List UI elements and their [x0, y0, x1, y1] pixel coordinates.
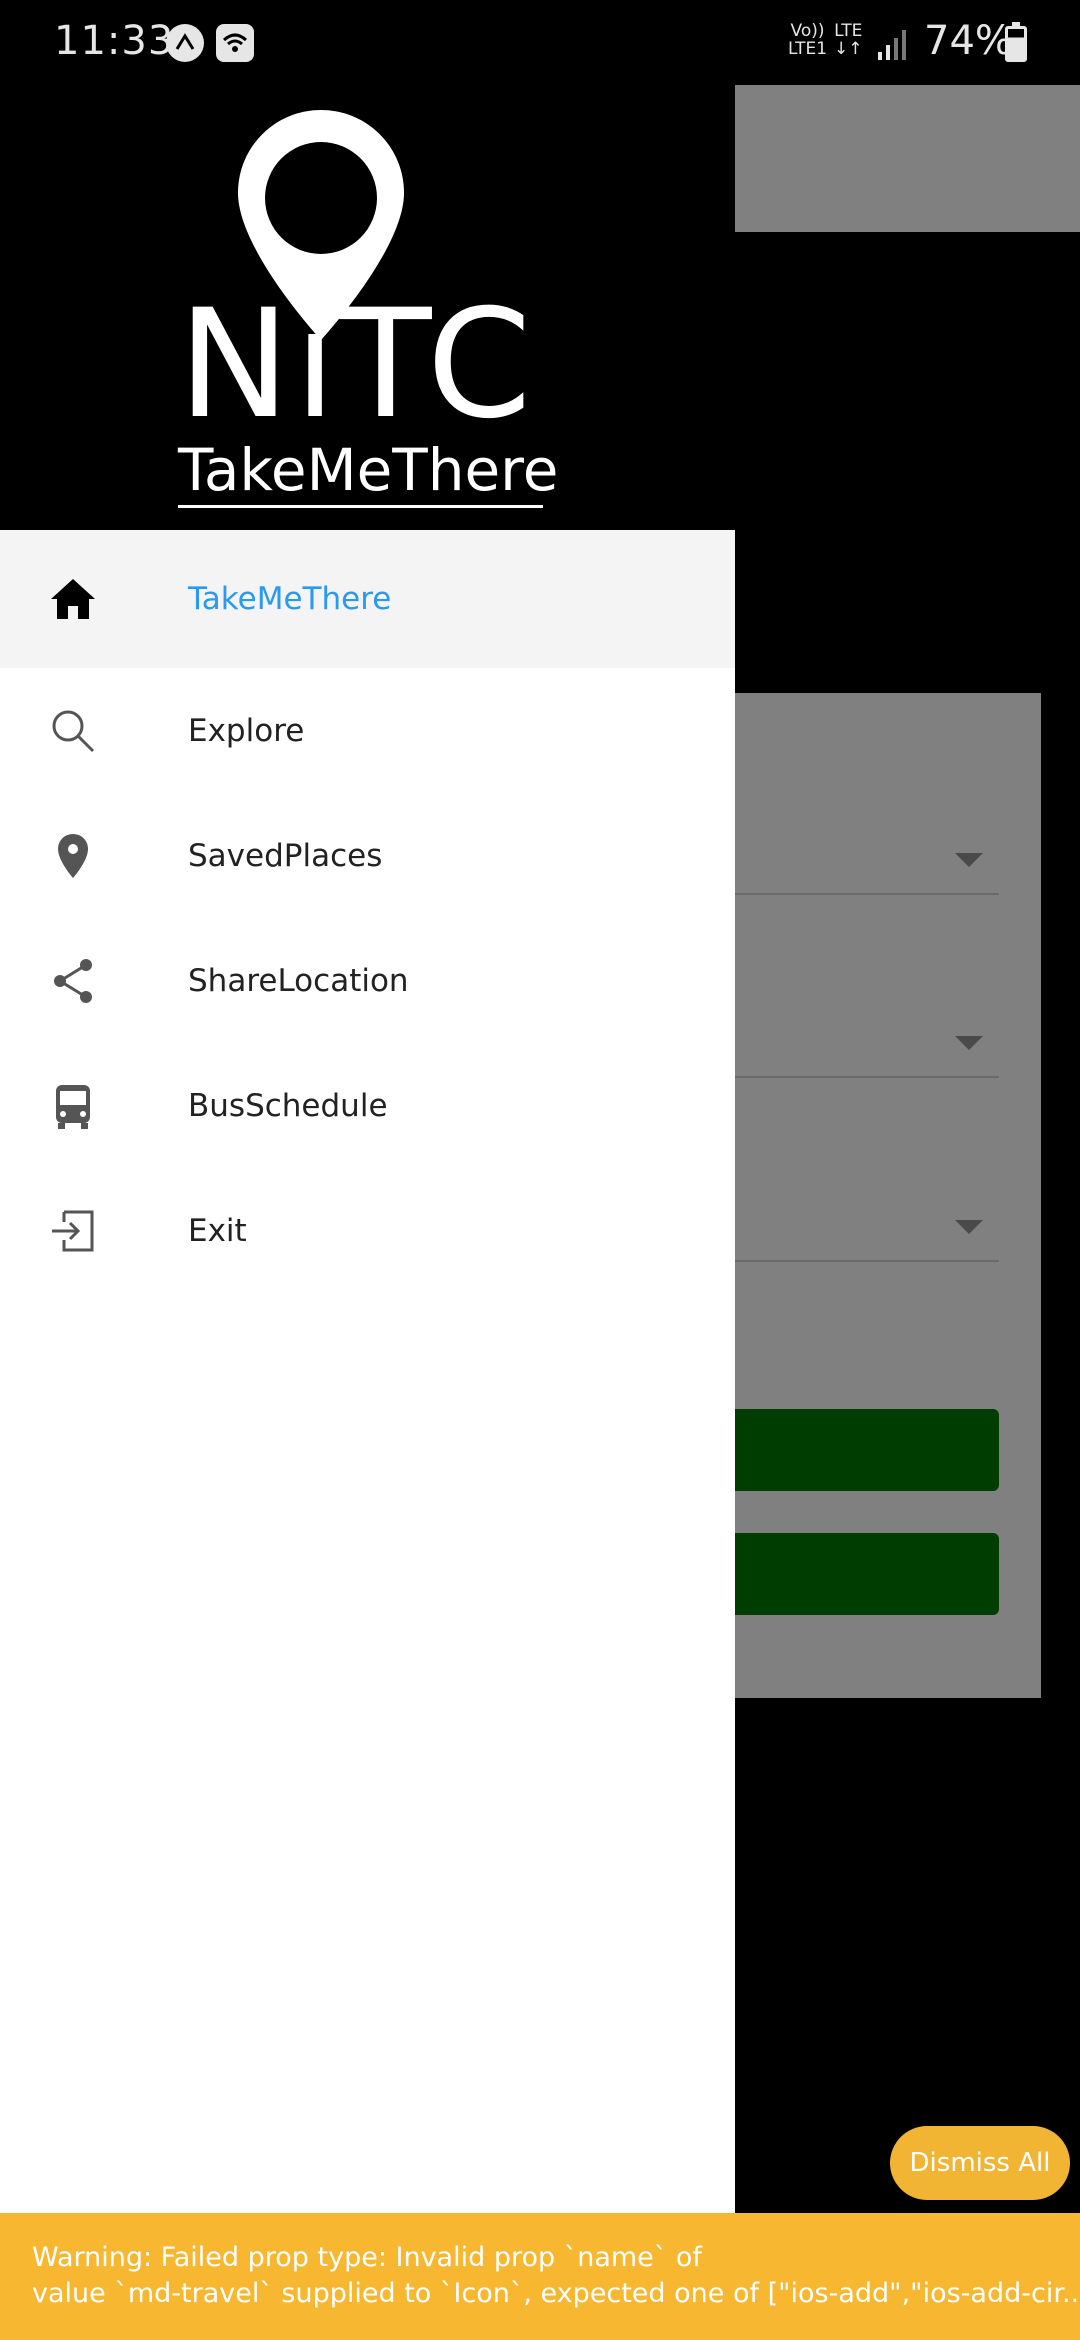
menu-item-label: SavedPlaces [188, 837, 383, 874]
signal-icon [878, 30, 906, 60]
bus-icon [56, 1084, 90, 1129]
drawer-menu: TakeMeThere Explore SavedPlaces ShareLoc… [0, 530, 735, 1293]
menu-item-label: Exit [188, 1212, 247, 1249]
menu-item-takemethere[interactable]: TakeMeThere [0, 530, 735, 668]
status-bar: 11:33 Vo)) LTE1 LTE ↓↑ 74% [0, 0, 1080, 85]
drawer-header: NiTC TakeMeThere [0, 85, 735, 530]
menu-item-busschedule[interactable]: BusSchedule [0, 1043, 735, 1168]
dropdown-destination[interactable] [735, 1018, 999, 1078]
status-time: 11:33 [54, 18, 175, 64]
app-toolbar [735, 85, 1080, 232]
menu-item-label: BusSchedule [188, 1087, 388, 1124]
chevron-down-icon [955, 1220, 983, 1234]
navigation-drawer: NiTC TakeMeThere TakeMeThere Explore Sav… [0, 85, 735, 2340]
menu-item-exit[interactable]: Exit [0, 1168, 735, 1293]
home-icon [51, 579, 95, 619]
menu-item-label: Explore [188, 712, 305, 749]
menu-item-savedplaces[interactable]: SavedPlaces [0, 793, 735, 918]
app-notification-icon [166, 24, 204, 62]
primary-button[interactable] [735, 1409, 999, 1491]
share-icon [54, 958, 92, 1003]
menu-item-explore[interactable]: Explore [0, 668, 735, 793]
menu-item-label: ShareLocation [188, 962, 409, 999]
volte-indicator: Vo)) LTE1 [788, 21, 828, 59]
battery-percent: 74% [924, 18, 1013, 64]
chevron-down-icon [955, 1036, 983, 1050]
menu-item-sharelocation[interactable]: ShareLocation [0, 918, 735, 1043]
chevron-down-icon [955, 853, 983, 867]
secondary-button[interactable] [735, 1533, 999, 1615]
exit-icon [52, 1210, 94, 1251]
dropdown-mode[interactable] [735, 1202, 999, 1262]
search-icon [52, 710, 95, 752]
warning-banner[interactable]: Warning: Failed prop type: Invalid prop … [0, 2213, 1080, 2340]
logo-subtitle: TakeMeThere [178, 435, 558, 508]
menu-item-label: TakeMeThere [188, 581, 392, 617]
dismiss-all-button[interactable]: Dismiss All [890, 2126, 1070, 2200]
battery-icon [1005, 22, 1027, 62]
logo-title: NiTC [178, 278, 536, 452]
warning-line-1: Warning: Failed prop type: Invalid prop … [32, 2242, 702, 2273]
warning-line-2: value `md-travel` supplied to `Icon`, ex… [32, 2278, 1080, 2309]
lte-indicator: LTE ↓↑ [834, 21, 863, 59]
wifi-icon [216, 24, 254, 62]
location-pin-icon [58, 833, 88, 878]
dropdown-source[interactable] [735, 835, 999, 895]
